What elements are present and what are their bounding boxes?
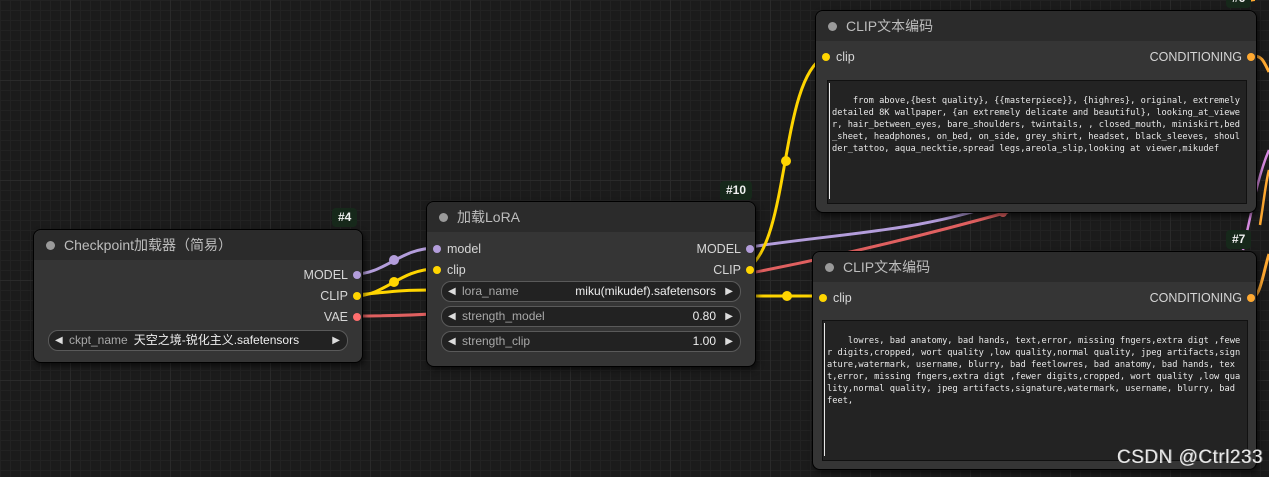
strength-model-label: strength_model [462,309,545,323]
node-id-badge: #10 [720,181,753,200]
clip-pin-icon[interactable] [819,294,827,302]
right-arrow-icon[interactable]: ▶ [332,331,340,350]
vae-pin-icon[interactable] [353,313,361,321]
conditioning-pin-icon[interactable] [1247,294,1255,302]
output-vae[interactable]: VAE [324,309,362,325]
output-model[interactable]: MODEL [304,267,362,283]
input-clip-label: clip [447,263,466,277]
link-clip-ckpt-lora-midpoint [389,277,399,287]
node-title-bar[interactable]: CLIP文本编码 [813,252,1256,282]
output-conditioning[interactable]: CONDITIONING [1150,49,1256,65]
model-pin-icon[interactable] [433,245,441,253]
input-clip[interactable]: clip [822,49,855,65]
input-clip[interactable]: clip [819,290,852,306]
prompt-textarea[interactable]: from above,{best quality}, {{masterpiece… [827,80,1247,204]
output-clip-label: CLIP [713,263,741,277]
output-model-label: MODEL [696,242,741,256]
clip-text-encode-positive-node[interactable]: CLIP文本编码 clip CONDITIONING from above,{b… [815,10,1257,213]
ckpt-name-value: 天空之境-锐化主义.safetensors [133,333,300,347]
lora-name-value: miku(mikudef).safetensors [575,284,716,298]
node-title-bar[interactable]: CLIP文本编码 [816,11,1256,41]
output-conditioning-label: CONDITIONING [1149,50,1242,64]
prompt-textarea[interactable]: lowres, bad anatomy, bad hands, text,err… [822,320,1248,461]
link-model-ckpt-lora-midpoint [389,255,399,265]
input-clip-label: clip [833,291,852,305]
left-arrow-icon[interactable]: ◀ [55,331,63,350]
text-caret [824,323,825,456]
node-title-bar[interactable]: Checkpoint加载器（简易） [34,230,362,260]
node-title: CLIP文本编码 [846,18,934,34]
model-pin-icon[interactable] [353,271,361,279]
decrement-arrow-icon[interactable]: ◀ [448,332,456,351]
node-id-badge: #4 [332,208,358,227]
prompt-text: from above,{best quality}, {{masterpiece… [832,96,1246,154]
output-clip[interactable]: CLIP [320,288,362,304]
strength-clip-number[interactable]: ◀ strength_clip 1.00 ▶ [441,331,741,352]
clip-pin-icon[interactable] [433,266,441,274]
node-title: CLIP文本编码 [843,259,931,275]
left-arrow-icon[interactable]: ◀ [448,282,456,301]
output-clip[interactable]: CLIP [713,262,755,278]
node-title-bar[interactable]: 加载LoRA [427,202,755,232]
clip-text-encode-negative-node[interactable]: CLIP文本编码 clip CONDITIONING lowres, bad a… [812,251,1257,470]
input-model[interactable]: model [433,241,481,257]
output-model[interactable]: MODEL [697,241,755,257]
text-caret [829,83,830,199]
node-id-badge: #7 [1226,230,1252,249]
strength-clip-value: 1.00 [692,334,716,348]
lora-name-combo[interactable]: ◀ lora_name miku(mikudef).safetensors ▶ [441,281,741,302]
right-arrow-icon[interactable]: ▶ [725,282,733,301]
ckpt-name-label: ckpt_name [69,333,128,347]
collapse-dot-icon[interactable] [825,263,834,272]
increment-arrow-icon[interactable]: ▶ [725,332,733,351]
strength-clip-label: strength_clip [462,334,531,348]
node-title: 加载LoRA [457,209,521,225]
output-conditioning-label: CONDITIONING [1149,291,1242,305]
input-model-label: model [447,242,482,256]
output-model-label: MODEL [303,268,348,282]
clip-pin-icon[interactable] [746,266,754,274]
ckpt-name-combo[interactable]: ◀ ckpt_name 天空之境-锐化主义.safetensors ▶ [48,330,348,351]
link-clip-lora-pos-midpoint [781,156,791,166]
lora-name-label: lora_name [462,284,519,298]
input-clip-label: clip [836,50,855,64]
link-orange-right [1258,169,1269,226]
checkpoint-loader-node[interactable]: Checkpoint加载器（简易） MODEL CLIP VAE ◀ ckpt_… [33,229,363,363]
collapse-dot-icon[interactable] [46,241,55,250]
output-clip-label: CLIP [320,289,348,303]
model-pin-icon[interactable] [746,245,754,253]
lora-loader-node[interactable]: 加载LoRA model clip MODEL CLIP ◀ lora_name… [426,201,756,367]
strength-model-number[interactable]: ◀ strength_model 0.80 ▶ [441,306,741,327]
clip-pin-icon[interactable] [353,292,361,300]
clip-pin-icon[interactable] [822,53,830,61]
output-vae-label: VAE [323,310,348,324]
node-id-badge: #6 [1226,0,1252,8]
link-clip-lora-neg-midpoint [782,291,792,301]
prompt-text: lowres, bad anatomy, bad hands, text,err… [827,336,1241,406]
strength-model-value: 0.80 [692,309,716,323]
input-clip[interactable]: clip [433,262,466,278]
increment-arrow-icon[interactable]: ▶ [725,307,733,326]
output-conditioning[interactable]: CONDITIONING [1150,290,1256,306]
collapse-dot-icon[interactable] [439,213,448,222]
conditioning-pin-icon[interactable] [1247,53,1255,61]
node-title: Checkpoint加载器（简易） [64,237,233,253]
watermark: CSDN @Ctrl233 [1116,447,1263,468]
collapse-dot-icon[interactable] [828,22,837,31]
decrement-arrow-icon[interactable]: ◀ [448,307,456,326]
